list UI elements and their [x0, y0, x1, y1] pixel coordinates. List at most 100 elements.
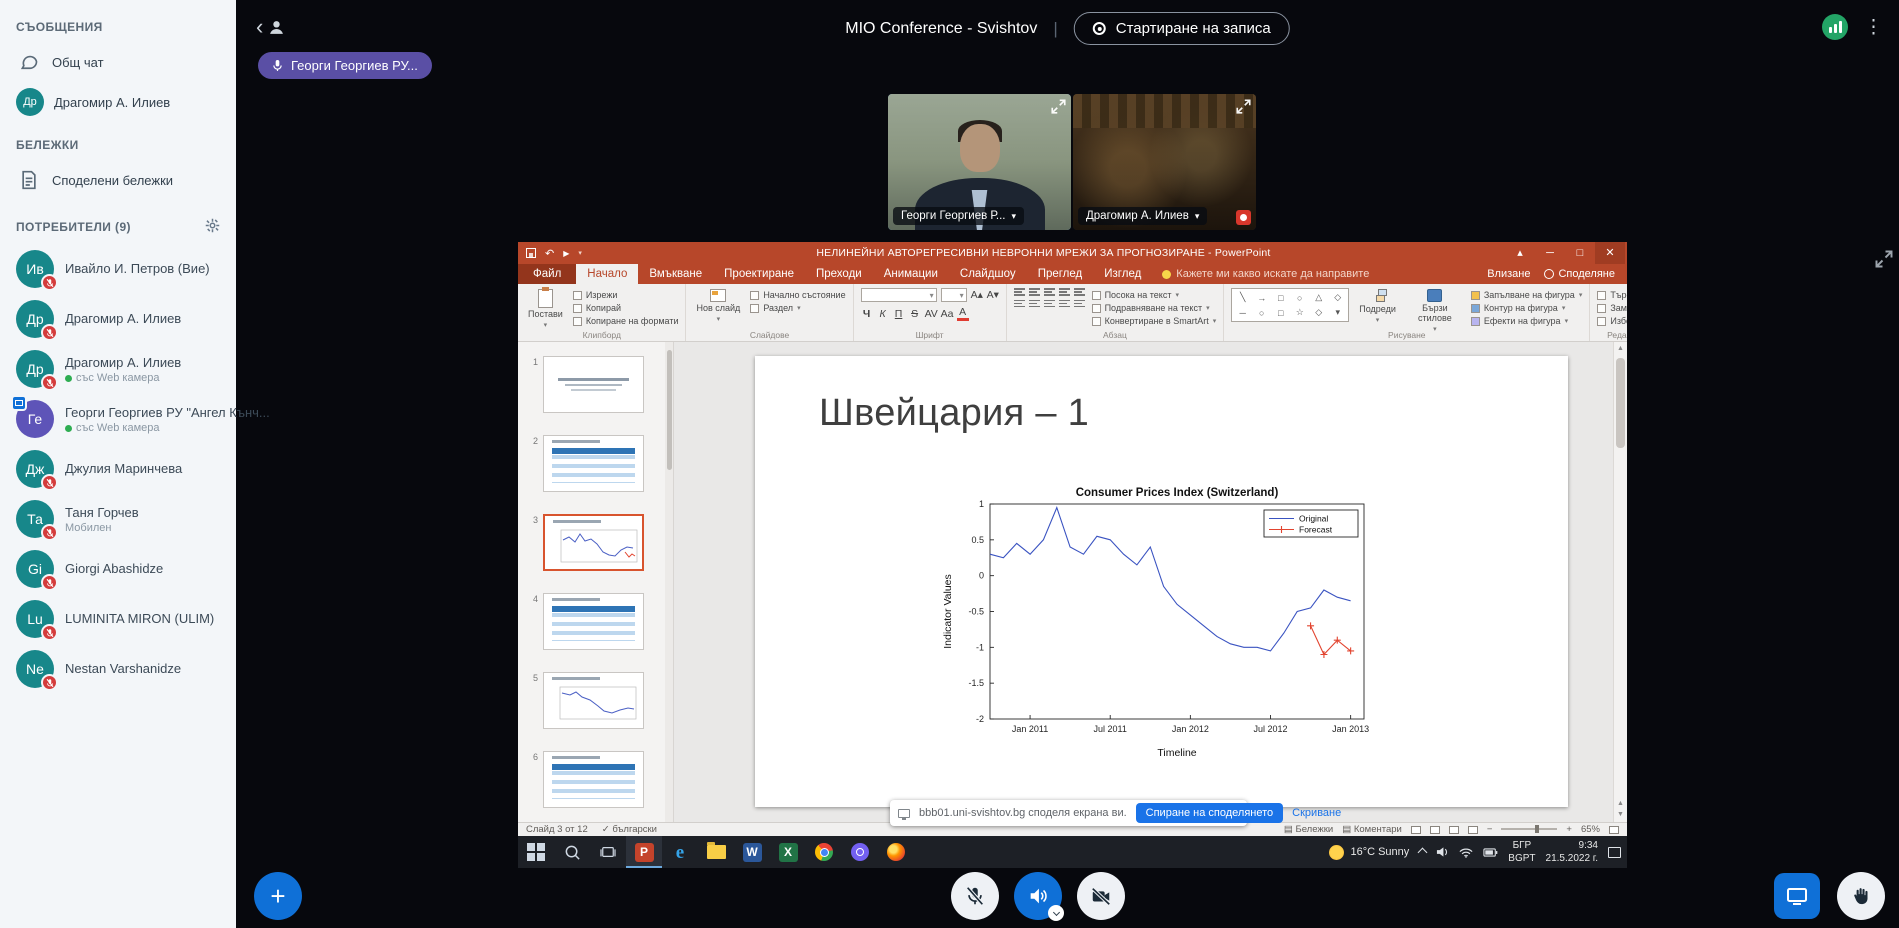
camera-toggle-button[interactable]	[1077, 872, 1125, 920]
taskbar-viber-button[interactable]	[842, 836, 878, 868]
align-left-icon[interactable]	[1014, 300, 1025, 308]
undo-icon[interactable]: ↶	[545, 247, 554, 260]
bullets-icon[interactable]	[1014, 288, 1025, 296]
tab-slideshow[interactable]: Слайдшоу	[949, 264, 1027, 284]
taskbar-clock[interactable]: 9:3421.5.2022 г.	[1546, 839, 1598, 865]
presentation-fullscreen-button[interactable]	[1875, 250, 1893, 268]
tab-home[interactable]: Начало	[576, 264, 638, 284]
network-icon[interactable]	[1459, 847, 1473, 858]
ribbon-display-options-icon[interactable]: ▴	[1505, 242, 1535, 264]
tab-transitions[interactable]: Преходи	[805, 264, 873, 284]
zoom-out-button[interactable]: −	[1487, 824, 1493, 835]
shared-notes-item[interactable]: Споделени бележки	[0, 160, 236, 200]
tab-file[interactable]: Файл	[518, 264, 576, 284]
canvas-scrollbar[interactable]: ▲ ▲▼	[1613, 342, 1627, 822]
stop-sharing-button[interactable]: Спиране на споделянето	[1136, 803, 1284, 823]
tab-review[interactable]: Преглед	[1027, 264, 1094, 284]
window-maximize-button[interactable]: □	[1565, 242, 1595, 264]
windows-start-button[interactable]	[518, 836, 554, 868]
save-icon[interactable]	[526, 248, 536, 258]
convert-smartart-button[interactable]: Конвертиране в SmartArt▾	[1092, 316, 1217, 326]
user-list-item[interactable]: Lu LUMINITA MIRON (ULIM)	[0, 594, 236, 644]
font-size-combobox[interactable]: ▾	[941, 288, 967, 302]
slide-sorter-view-icon[interactable]	[1430, 826, 1440, 834]
font-color-icon[interactable]: A	[957, 306, 969, 321]
comments-toggle[interactable]: ▤ Коментари	[1342, 824, 1402, 835]
slide-thumbnail-6[interactable]: 6	[528, 751, 659, 808]
tab-insert[interactable]: Вмъкване	[638, 264, 713, 284]
bold-button[interactable]: Ч	[861, 308, 873, 320]
start-recording-button[interactable]: Стартиране на записа	[1074, 12, 1290, 45]
window-minimize-button[interactable]: ─	[1535, 242, 1565, 264]
format-painter-button[interactable]: Копиране на формати	[573, 316, 679, 326]
raise-hand-button[interactable]	[1837, 872, 1885, 920]
screenshare-toggle-button[interactable]	[1774, 873, 1820, 919]
shape-fill-button[interactable]: Запълване на фигура▾	[1471, 290, 1582, 300]
talking-indicator[interactable]: Георги Георгиев РУ...	[258, 52, 432, 79]
zoom-in-button[interactable]: +	[1566, 824, 1572, 835]
character-spacing-icon[interactable]: AV	[925, 308, 937, 320]
thumbnails-scrollbar[interactable]	[665, 342, 673, 822]
task-view-button[interactable]	[590, 836, 626, 868]
options-menu-button[interactable]: ⋮	[1864, 18, 1883, 37]
speaker-tray-icon[interactable]	[1436, 846, 1449, 858]
notes-toggle[interactable]: ▤ Бележки	[1284, 824, 1333, 835]
section-button[interactable]: Раздел▾	[750, 303, 845, 313]
normal-view-icon[interactable]	[1411, 826, 1421, 834]
replace-button[interactable]: Заместване▾	[1597, 303, 1627, 313]
audio-options-chevron[interactable]	[1048, 905, 1064, 921]
taskbar-weather[interactable]: 16°C Sunny	[1329, 845, 1409, 860]
taskbar-chrome-button[interactable]	[806, 836, 842, 868]
quick-styles-button[interactable]: Бързи стилове▾	[1406, 288, 1464, 334]
shrink-font-icon[interactable]: A▾	[987, 289, 999, 301]
window-close-button[interactable]: ✕	[1595, 242, 1625, 264]
zoom-level[interactable]: 65%	[1581, 824, 1600, 835]
actions-plus-button[interactable]: +	[254, 872, 302, 920]
tab-view[interactable]: Изглед	[1093, 264, 1152, 284]
underline-button[interactable]: П	[893, 308, 905, 320]
taskbar-firefox-button[interactable]	[878, 836, 914, 868]
align-text-button[interactable]: Подравняване на текст▾	[1092, 303, 1217, 313]
slide-thumbnail-4[interactable]: 4	[528, 593, 659, 650]
tab-animations[interactable]: Анимации	[873, 264, 949, 284]
toggle-userlist-button[interactable]: ‹	[256, 14, 285, 40]
action-center-icon[interactable]	[1608, 847, 1621, 858]
battery-icon[interactable]	[1483, 848, 1498, 857]
taskbar-explorer-button[interactable]	[698, 836, 734, 868]
sign-in-link[interactable]: Влизане	[1487, 268, 1530, 280]
user-list-item[interactable]: Ге Георги Георгиев РУ "Ангел Кънч...със …	[0, 394, 236, 444]
select-button[interactable]: Избор▾	[1597, 316, 1627, 326]
shape-outline-button[interactable]: Контур на фигура▾	[1471, 303, 1582, 313]
slide-thumbnail-2[interactable]: 2	[528, 435, 659, 492]
zoom-slider[interactable]	[1501, 828, 1557, 830]
copy-button[interactable]: Копирай	[573, 303, 679, 313]
webcam-name-dropdown[interactable]: Георги Георгиев Р...▾	[893, 207, 1024, 225]
indent-decrease-icon[interactable]	[1044, 288, 1055, 296]
line-spacing-icon[interactable]	[1074, 288, 1085, 296]
spellcheck-language[interactable]: ✓ български	[602, 824, 657, 835]
new-slide-button[interactable]: Нов слайд▾	[693, 288, 743, 325]
users-settings-gear-icon[interactable]	[205, 218, 220, 236]
public-chat-item[interactable]: Общ чат	[0, 42, 236, 82]
align-right-icon[interactable]	[1044, 300, 1055, 308]
numbering-icon[interactable]	[1029, 288, 1040, 296]
reading-view-icon[interactable]	[1449, 826, 1459, 834]
slideshow-view-icon[interactable]	[1468, 826, 1478, 834]
strikethrough-button[interactable]: S	[909, 308, 921, 320]
start-slideshow-icon[interactable]: ▶	[563, 249, 569, 258]
arrange-button[interactable]: Подреди▾	[1356, 288, 1399, 326]
shape-effects-button[interactable]: Ефекти на фигура▾	[1471, 316, 1582, 326]
share-button[interactable]: Споделяне	[1544, 268, 1615, 280]
paste-button[interactable]: Постави▾	[525, 288, 566, 331]
reset-button[interactable]: Начално състояние	[750, 290, 845, 300]
user-list-item[interactable]: Дж Джулия Маринчева	[0, 444, 236, 494]
user-list-item[interactable]: Др Драгомир А. Илиевсъс Web камера	[0, 344, 236, 394]
slide-thumbnail-5[interactable]: 5	[528, 672, 659, 729]
webcam-name-dropdown[interactable]: Драгомир А. Илиев▾	[1078, 207, 1207, 225]
webcam-fullscreen-icon[interactable]	[1236, 99, 1251, 114]
taskbar-powerpoint-button[interactable]: P	[626, 836, 662, 868]
tray-overflow-chevron-icon[interactable]	[1418, 847, 1428, 857]
taskbar-search-button[interactable]	[554, 836, 590, 868]
tab-design[interactable]: Проектиране	[713, 264, 805, 284]
taskbar-word-button[interactable]: W	[734, 836, 770, 868]
